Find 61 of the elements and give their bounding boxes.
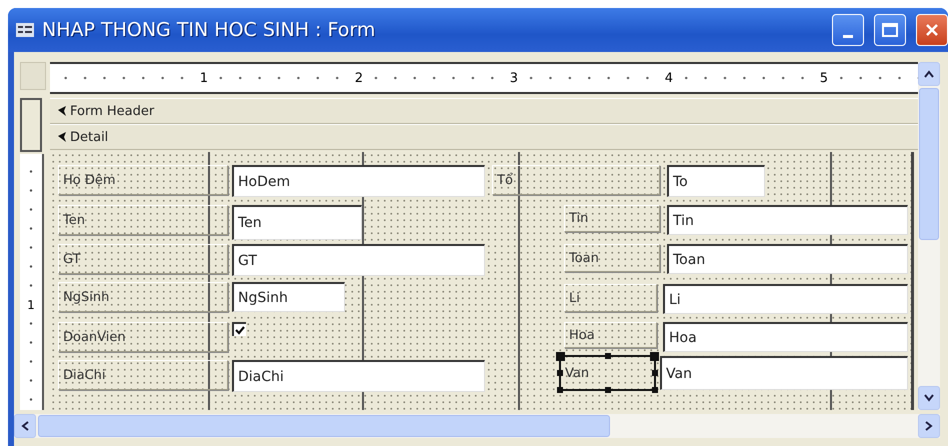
selection-handle[interactable] bbox=[652, 370, 658, 376]
text-box[interactable]: HoDem bbox=[232, 165, 485, 197]
field-label[interactable]: Li bbox=[564, 284, 657, 312]
scroll-thumb[interactable] bbox=[919, 88, 939, 240]
text-box[interactable]: Van bbox=[660, 356, 908, 390]
selection-handle[interactable] bbox=[604, 353, 610, 359]
text-box[interactable]: NgSinh bbox=[232, 282, 345, 312]
field-label[interactable]: Toan bbox=[564, 244, 660, 272]
field-label[interactable]: NgSinh bbox=[58, 282, 228, 312]
maximize-icon bbox=[882, 23, 898, 37]
horizontal-scrollbar[interactable] bbox=[14, 414, 940, 438]
ruler-mark: 3 bbox=[508, 70, 520, 86]
selection-handle[interactable] bbox=[557, 387, 563, 393]
text-box[interactable]: Hoa bbox=[663, 322, 908, 352]
field-label[interactable]: Hoa bbox=[564, 322, 657, 348]
caret-left-icon bbox=[21, 421, 29, 431]
window-title: NHAP THONG TIN HOC SINH : Form bbox=[42, 19, 376, 41]
section-selector[interactable] bbox=[20, 98, 42, 152]
pointer-icon bbox=[58, 132, 67, 142]
text-box[interactable]: Li bbox=[663, 284, 908, 314]
field-label[interactable]: DiaChi bbox=[58, 360, 228, 390]
field-label[interactable]: Họ Đệm bbox=[58, 165, 228, 195]
field-label[interactable]: Ten bbox=[58, 205, 228, 235]
minimize-icon bbox=[843, 34, 853, 38]
form-icon bbox=[16, 23, 34, 37]
section-label: Form Header bbox=[58, 104, 154, 118]
field-label[interactable]: Tin bbox=[564, 205, 660, 232]
text-box[interactable]: Ten bbox=[232, 205, 362, 240]
selection-handle[interactable] bbox=[604, 387, 610, 393]
maximize-button[interactable] bbox=[874, 14, 906, 46]
text-box[interactable]: Toan bbox=[667, 244, 908, 274]
vertical-scrollbar[interactable] bbox=[918, 62, 940, 410]
checkbox[interactable] bbox=[232, 322, 246, 336]
scroll-up-button[interactable] bbox=[918, 62, 940, 86]
selection-handle[interactable] bbox=[652, 387, 658, 393]
ruler-mark: 5 bbox=[818, 70, 830, 86]
ruler-corner bbox=[20, 62, 46, 90]
text-box[interactable]: GT bbox=[232, 244, 485, 276]
caret-up-icon bbox=[924, 70, 934, 78]
scroll-down-button[interactable] bbox=[918, 386, 940, 410]
ruler-mark: 1 bbox=[27, 298, 35, 312]
text-box[interactable]: DiaChi bbox=[232, 360, 485, 392]
scroll-thumb[interactable] bbox=[38, 415, 610, 437]
close-icon bbox=[925, 23, 939, 37]
caret-right-icon bbox=[925, 421, 933, 431]
minimize-button[interactable] bbox=[832, 14, 864, 46]
section-bar[interactable]: Detail bbox=[50, 124, 918, 150]
text-box[interactable]: To bbox=[667, 165, 765, 197]
field-label[interactable]: DoanVien bbox=[58, 322, 228, 352]
text-box[interactable]: Tin bbox=[667, 205, 908, 235]
scroll-left-button[interactable] bbox=[14, 414, 36, 438]
selection-handle[interactable] bbox=[557, 370, 563, 376]
section-bar[interactable]: Form Header bbox=[50, 98, 918, 124]
scroll-right-button[interactable] bbox=[918, 414, 940, 438]
field-label[interactable]: Tổ bbox=[492, 165, 660, 195]
close-button[interactable] bbox=[916, 14, 948, 46]
pointer-icon bbox=[58, 106, 67, 116]
field-label[interactable]: GT bbox=[58, 244, 228, 274]
section-label: Detail bbox=[58, 130, 108, 144]
caret-down-icon bbox=[924, 394, 934, 402]
field-label[interactable]: Van bbox=[560, 356, 655, 390]
